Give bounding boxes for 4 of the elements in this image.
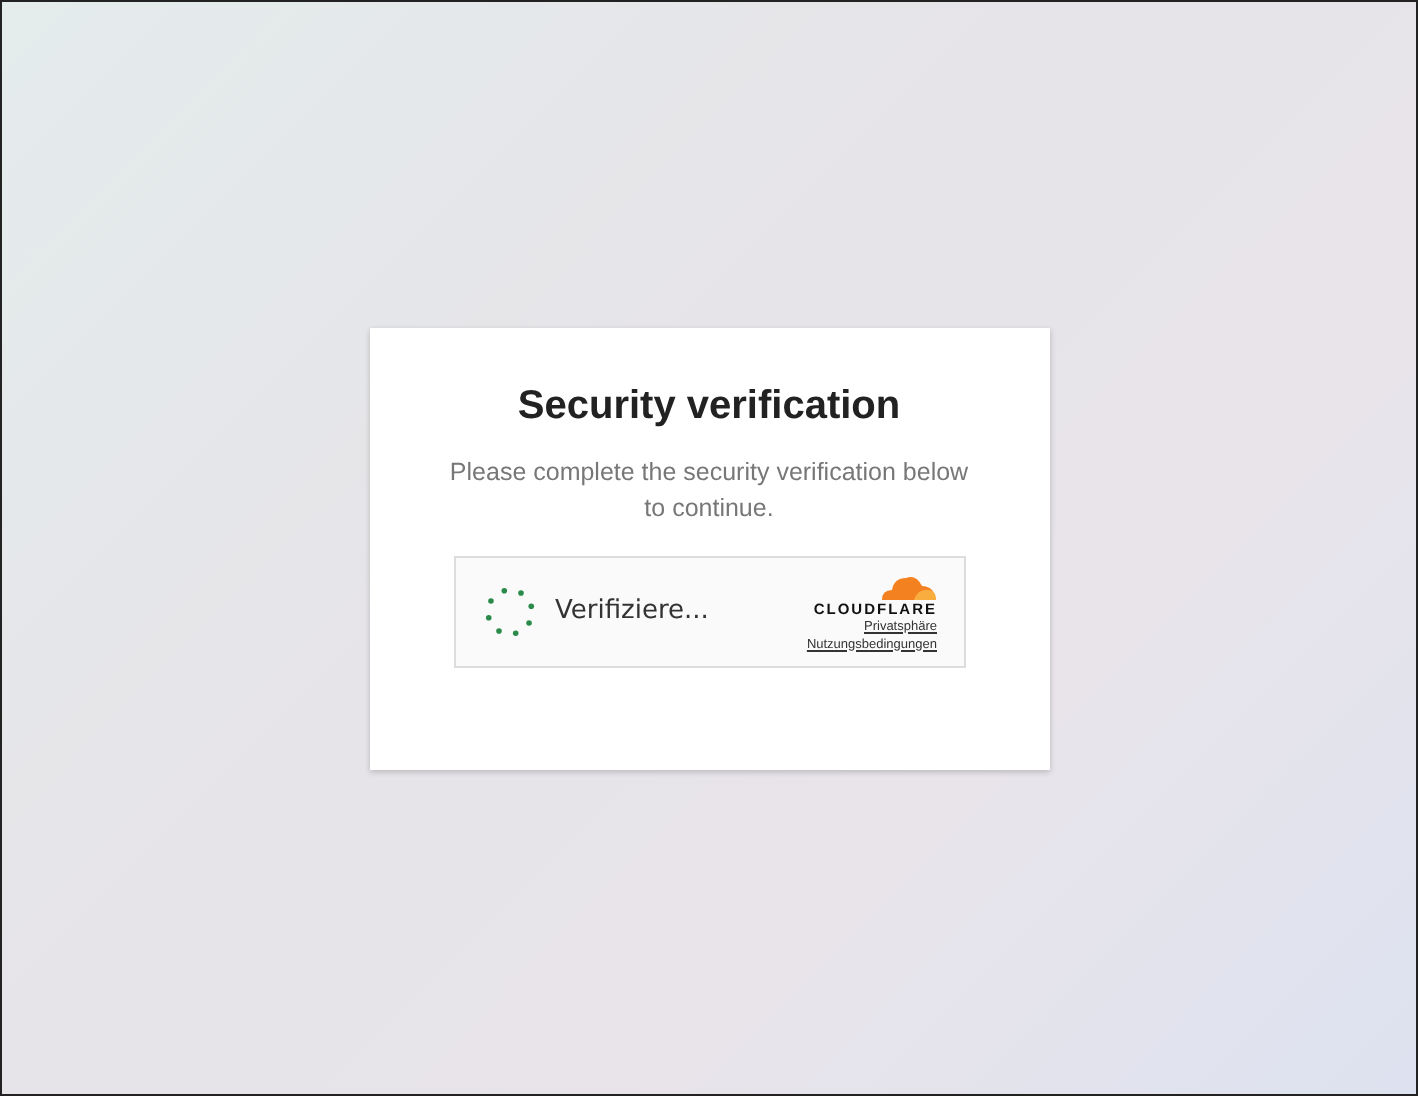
spinner-icon: [481, 583, 537, 639]
status-text: Verifiziere...: [555, 596, 711, 626]
card-message: Please complete the security verification below to continue.: [447, 455, 971, 525]
card-title: Security verification: [517, 383, 901, 429]
